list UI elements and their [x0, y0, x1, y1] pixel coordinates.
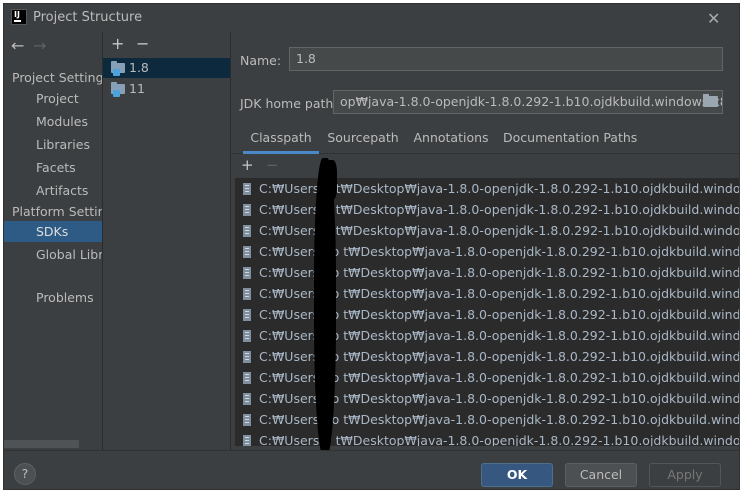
app-icon-text: IJ [14, 10, 20, 19]
cancel-button[interactable]: Cancel [565, 463, 637, 487]
nav-header-project-settings: Project Settings [12, 70, 102, 85]
jdk-home-value: op₩java-1.8.0-openjdk-1.8.0.292-1.b10.oj… [340, 94, 723, 109]
nav-item-facets[interactable]: Facets [4, 157, 102, 178]
jar-icon [243, 267, 251, 279]
sdk-item-11[interactable]: 11 [103, 79, 230, 99]
redaction-mark [323, 160, 337, 200]
nav-item-project[interactable]: Project [4, 88, 102, 109]
nav-item-global-libraries[interactable]: Global Libraries [4, 244, 102, 265]
dialog-button-bar: ? OK Cancel Apply [4, 450, 739, 489]
sdk-item-label: 11 [129, 81, 145, 96]
forward-arrow-icon[interactable]: → [33, 36, 55, 55]
classpath-row[interactable]: C:₩Users₩o t₩Desktop₩java-1.8.0-openjdk-… [235, 409, 739, 430]
jdk-folder-icon [111, 61, 125, 76]
classpath-row[interactable]: C:₩Users₩o t₩Desktop₩java-1.8.0-openjdk-… [235, 367, 739, 388]
jar-icon [243, 414, 251, 426]
back-arrow-icon[interactable]: ← [11, 36, 33, 55]
sdk-list-panel: + − 1.8 11 [103, 32, 230, 450]
title-bar: IJ Project Structure ✕ [4, 4, 739, 32]
project-structure-window: IJ Project Structure ✕ ← → Project Settin… [3, 3, 740, 490]
classpath-row[interactable]: C:₩Users₩ t₩Desktop₩java-1.8.0-openjdk-1… [235, 178, 739, 199]
tab-sourcepath[interactable]: Sourcepath [327, 124, 399, 154]
nav-arrows: ← → [11, 36, 55, 55]
classpath-row[interactable]: C:₩Users₩ t₩Desktop₩java-1.8.0-openjdk-1… [235, 220, 739, 241]
nav-header-platform-settings: Platform Settings [12, 204, 102, 219]
remove-sdk-minus-icon[interactable]: − [136, 34, 161, 53]
jar-icon [243, 288, 251, 300]
window-title: Project Structure [33, 10, 143, 25]
help-button[interactable]: ? [14, 463, 36, 485]
classpath-row[interactable]: C:₩Users₩o t₩Desktop₩java-1.8.0-openjdk-… [235, 262, 739, 283]
intellij-app-icon: IJ [11, 9, 27, 25]
add-sdk-plus-icon[interactable]: + [111, 34, 136, 53]
jar-icon [243, 246, 251, 258]
classpath-row[interactable]: C:₩Users₩o t₩Desktop₩java-1.8.0-openjdk-… [235, 346, 739, 367]
jdk-home-field[interactable]: op₩java-1.8.0-openjdk-1.8.0.292-1.b10.oj… [333, 90, 723, 114]
name-label: Name: [240, 53, 282, 68]
add-path-plus-icon[interactable]: + [241, 156, 266, 174]
classpath-row[interactable]: C:₩Users₩o t₩Desktop₩java-1.8.0-openjdk-… [235, 283, 739, 304]
jar-icon [243, 330, 251, 342]
close-icon[interactable]: ✕ [707, 9, 720, 28]
jar-icon [243, 309, 251, 321]
nav-item-libraries[interactable]: Libraries [4, 134, 102, 155]
classpath-row[interactable]: C:₩Users₩o t₩Desktop₩java-1.8.0-openjdk-… [235, 388, 739, 409]
jar-icon [243, 351, 251, 363]
sdk-details-panel: Name: 1.8 JDK home path: op₩java-1.8.0-o… [231, 32, 739, 458]
tab-documentation-paths[interactable]: Documentation Paths [503, 124, 637, 154]
classpath-row[interactable]: C:₩Users₩o t₩Desktop₩java-1.8.0-openjdk-… [235, 325, 739, 346]
nav-item-problems[interactable]: Problems [4, 287, 102, 308]
sdk-item-label: 1.8 [129, 60, 149, 75]
jar-icon [243, 372, 251, 384]
remove-path-minus-icon[interactable]: − [266, 156, 291, 174]
classpath-list: C:₩Users₩ t₩Desktop₩java-1.8.0-openjdk-1… [235, 178, 739, 450]
tab-classpath[interactable]: Classpath [243, 124, 319, 154]
nav-item-artifacts[interactable]: Artifacts [4, 180, 102, 201]
jar-icon [243, 225, 251, 237]
sdk-item-1-8[interactable]: 1.8 [103, 58, 230, 78]
name-field[interactable]: 1.8 [289, 47, 723, 71]
redaction-mark [314, 158, 336, 458]
apply-button[interactable]: Apply [649, 463, 721, 487]
classpath-row[interactable]: C:₩Users₩o t₩Desktop₩java-1.8.0-openjdk-… [235, 304, 739, 325]
browse-folder-icon[interactable] [703, 94, 718, 107]
jdk-home-label: JDK home path: [240, 96, 338, 111]
nav-item-sdks[interactable]: SDKs [4, 221, 102, 242]
sdk-tabs: Classpath Sourcepath Annotations Documen… [231, 124, 739, 154]
settings-nav: ← → Project Settings Project Modules Libr… [4, 32, 102, 450]
ok-button[interactable]: OK [481, 463, 553, 487]
classpath-row[interactable]: C:₩Users₩o t₩Desktop₩java-1.8.0-openjdk-… [235, 241, 739, 262]
nav-horizontal-scrollbar[interactable] [4, 440, 79, 448]
jar-icon [243, 393, 251, 405]
jar-icon [243, 204, 251, 216]
tab-annotations[interactable]: Annotations [411, 124, 491, 154]
nav-item-modules[interactable]: Modules [4, 111, 102, 132]
jdk-folder-icon [111, 82, 125, 97]
classpath-toolbar: + − [241, 156, 291, 174]
classpath-row[interactable]: C:₩Users₩ t₩Desktop₩java-1.8.0-openjdk-1… [235, 199, 739, 220]
jar-icon [243, 183, 251, 195]
sdk-toolbar: + − [111, 34, 161, 53]
